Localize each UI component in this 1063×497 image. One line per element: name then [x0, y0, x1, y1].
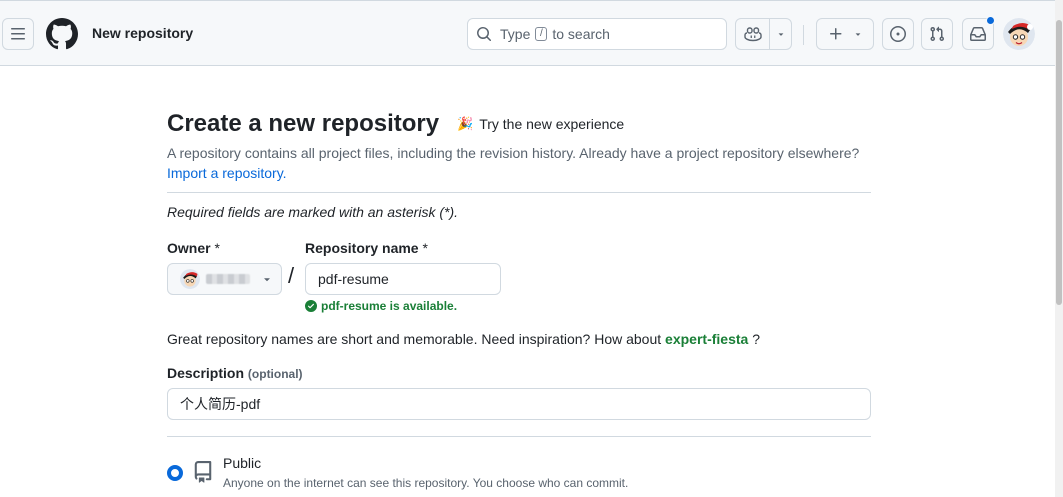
public-option-title[interactable]: Public	[223, 455, 261, 471]
suggested-name-link[interactable]: expert-fiesta	[665, 331, 748, 347]
hamburger-icon	[11, 28, 25, 40]
section-divider	[167, 192, 871, 193]
intro-text: A repository contains all project files,…	[167, 145, 860, 161]
name-suggestion: Great repository names are short and mem…	[167, 331, 760, 347]
triangle-down-icon	[264, 278, 270, 282]
import-repository-link[interactable]: Import a repository.	[167, 165, 287, 181]
scrollbar-thumb[interactable]	[1056, 20, 1062, 305]
section-divider	[167, 436, 871, 437]
owner-repo-separator: /	[288, 263, 295, 288]
search-icon	[477, 27, 492, 42]
suggestion-suffix: ?	[752, 331, 760, 347]
description-label: Description (optional)	[167, 365, 303, 381]
issues-button[interactable]	[882, 18, 914, 50]
required-asterisk: *	[422, 240, 428, 256]
copilot-icon	[743, 27, 762, 42]
availability-text: pdf-resume is available.	[321, 299, 458, 313]
header-divider	[803, 25, 804, 45]
page-title: Create a new repository	[167, 110, 440, 137]
copilot-button-group	[735, 18, 792, 50]
suggestion-prefix: Great repository names are short and mem…	[167, 331, 662, 347]
owner-avatar	[180, 269, 200, 289]
open-global-nav-button[interactable]	[2, 18, 34, 50]
issue-opened-icon	[890, 26, 906, 42]
create-new-button[interactable]	[816, 18, 874, 50]
new-experience-label: Try the new experience	[479, 116, 625, 132]
page-context-title[interactable]: New repository	[92, 25, 193, 41]
repository-name-input[interactable]: pdf-resume	[305, 263, 501, 295]
pull-requests-button[interactable]	[921, 18, 953, 50]
optional-marker: (optional)	[247, 367, 303, 381]
copilot-button[interactable]	[736, 19, 769, 49]
try-new-experience-link[interactable]: 🎉 Try the new experience	[457, 116, 624, 132]
copilot-menu-button[interactable]	[769, 19, 791, 49]
description-input[interactable]: 个人简历-pdf	[167, 388, 871, 420]
description-label-text: Description	[167, 365, 245, 381]
search-input[interactable]: Type / to search	[467, 18, 727, 50]
public-radio[interactable]	[167, 465, 183, 481]
owner-name-redacted	[206, 274, 250, 284]
triangle-down-icon	[855, 33, 860, 36]
plus-icon	[829, 28, 841, 40]
owner-label: Owner *	[167, 240, 220, 256]
tada-icon: 🎉	[457, 116, 474, 131]
page-scrollbar[interactable]	[1055, 0, 1063, 497]
inbox-icon	[970, 27, 986, 41]
required-fields-note: Required fields are marked with an aster…	[167, 204, 459, 220]
search-placeholder-prefix: Type	[500, 26, 531, 42]
search-placeholder-suffix: to search	[552, 26, 610, 42]
repository-name-label: Repository name *	[305, 240, 428, 256]
repo-icon	[194, 461, 212, 483]
required-asterisk: *	[214, 240, 220, 256]
unread-indicator-dot	[986, 16, 995, 25]
github-logo-icon[interactable]	[46, 18, 78, 50]
availability-message: pdf-resume is available.	[305, 299, 457, 313]
check-circle-fill-icon	[305, 300, 317, 312]
public-option-description: Anyone on the internet can see this repo…	[223, 476, 629, 490]
owner-label-text: Owner	[167, 240, 211, 256]
triangle-down-icon	[778, 33, 783, 36]
user-avatar[interactable]	[1003, 18, 1035, 50]
git-pull-request-icon	[930, 26, 945, 42]
search-shortcut-key: /	[535, 27, 548, 41]
app-header: New repository Type / to search	[0, 0, 1055, 66]
owner-select-button[interactable]	[167, 263, 282, 295]
repository-name-label-text: Repository name	[305, 240, 419, 256]
